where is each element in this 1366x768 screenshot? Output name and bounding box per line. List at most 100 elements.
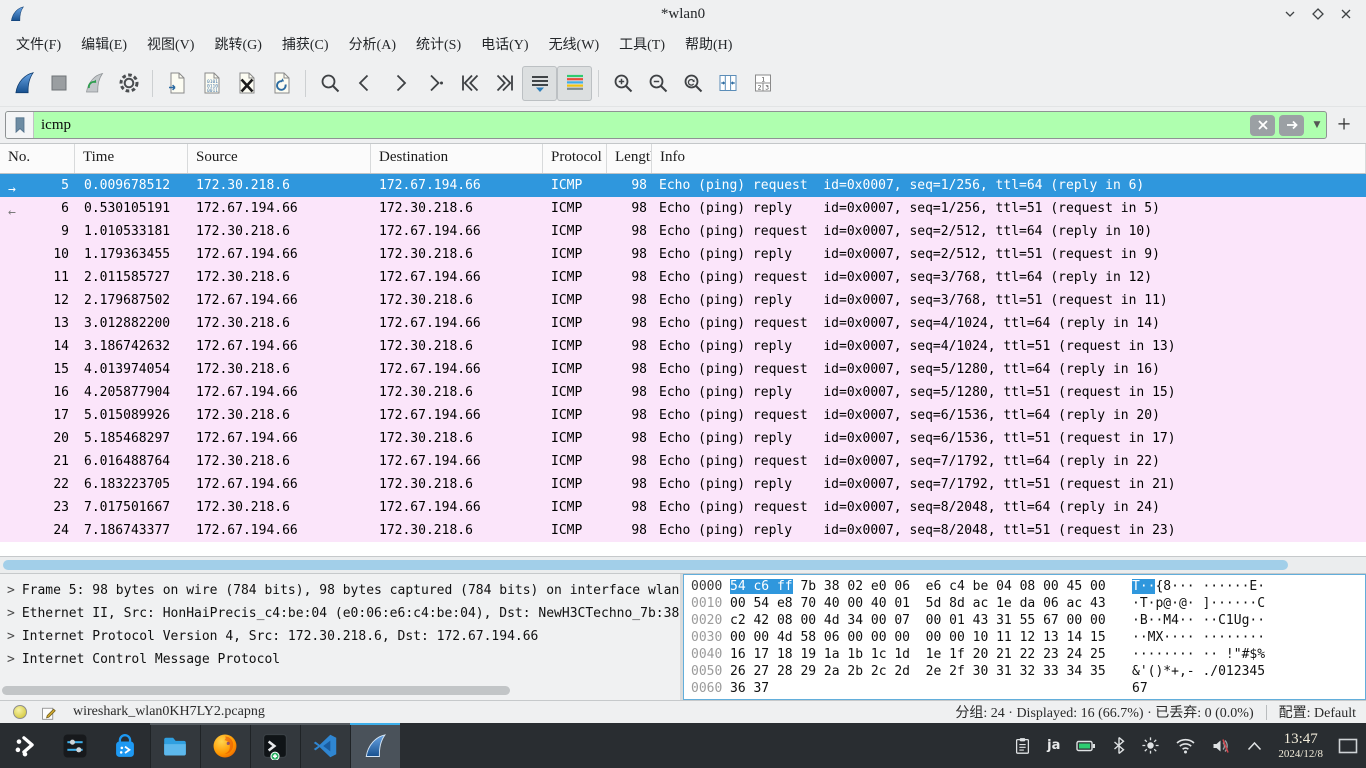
packet-row[interactable]: →50.009678512172.30.218.6172.67.194.66IC… (0, 174, 1366, 197)
hex-row[interactable]: 004016 17 18 19 1a 1b 1c 1d 1e 1f 20 21 … (684, 646, 1365, 663)
column-header-no[interactable]: No. (0, 144, 75, 173)
detail-tree-row[interactable]: >Ethernet II, Src: HonHaiPrecis_c4:be:04… (0, 602, 680, 625)
filter-dropdown-arrow[interactable]: ▼ (1308, 120, 1326, 130)
filter-apply-button[interactable] (1279, 115, 1304, 136)
hex-row[interactable]: 000054 c6 ff 7b 38 02 e0 06 e6 c4 be 04 … (684, 578, 1365, 595)
brightness-tray-icon[interactable] (1141, 736, 1160, 755)
save-file-button[interactable]: 010101100011 (194, 66, 229, 101)
battery-tray-icon[interactable] (1075, 737, 1097, 755)
system-settings-button[interactable] (50, 723, 100, 768)
packet-row[interactable]: 91.010533181172.30.218.6172.67.194.66ICM… (0, 220, 1366, 243)
hex-row[interactable]: 003000 00 4d 58 06 00 00 00 00 00 10 11 … (684, 629, 1365, 646)
reload-file-button[interactable] (264, 66, 299, 101)
firefox-button[interactable] (200, 723, 250, 768)
stop-capture-button[interactable] (41, 66, 76, 101)
packet-row[interactable]: ←60.530105191172.67.194.66172.30.218.6IC… (0, 197, 1366, 220)
packet-row[interactable]: 205.185468297172.67.194.66172.30.218.6IC… (0, 427, 1366, 450)
resize-columns-button[interactable] (710, 66, 745, 101)
zoom-reset-button[interactable] (675, 66, 710, 101)
column-header-destination[interactable]: Destination (371, 144, 543, 173)
discover-button[interactable] (100, 723, 150, 768)
layout-123-button[interactable]: 123 (745, 66, 780, 101)
zoom-out-button[interactable] (640, 66, 675, 101)
minimize-button[interactable] (1282, 6, 1298, 22)
volume-muted-tray-icon[interactable] (1211, 737, 1231, 755)
clipboard-tray-icon[interactable] (1013, 736, 1032, 755)
go-to-packet-button[interactable] (417, 66, 452, 101)
capture-comment-icon[interactable] (40, 704, 57, 721)
detail-tree-row[interactable]: >Internet Control Message Protocol (0, 648, 680, 671)
packet-row[interactable]: 226.183223705172.67.194.66172.30.218.6IC… (0, 473, 1366, 496)
menu-item-2[interactable]: 视图(V) (137, 29, 204, 59)
wifi-tray-icon[interactable] (1175, 737, 1196, 754)
hex-row[interactable]: 005026 27 28 29 2a 2b 2c 2d 2e 2f 30 31 … (684, 663, 1365, 680)
column-header-length[interactable]: Length (607, 144, 652, 173)
go-back-button[interactable] (347, 66, 382, 101)
packet-row[interactable]: 143.186742632172.67.194.66172.30.218.6IC… (0, 335, 1366, 358)
hex-row[interactable]: 0020c2 42 08 00 4d 34 00 07 00 01 43 31 … (684, 612, 1365, 629)
menu-item-4[interactable]: 捕获(C) (272, 29, 339, 59)
menu-item-5[interactable]: 分析(A) (339, 29, 406, 59)
expander-icon[interactable]: > (7, 652, 15, 667)
input-method-indicator[interactable]: ja (1047, 738, 1060, 753)
filter-bookmark-button[interactable] (6, 112, 34, 138)
menu-item-10[interactable]: 帮助(H) (675, 29, 742, 59)
filter-add-button[interactable]: + (1327, 110, 1361, 140)
packet-row[interactable]: 237.017501667172.30.218.6172.67.194.66IC… (0, 496, 1366, 519)
go-last-packet-button[interactable] (487, 66, 522, 101)
packet-row[interactable]: 122.179687502172.67.194.66172.30.218.6IC… (0, 289, 1366, 312)
menu-item-1[interactable]: 编辑(E) (71, 29, 137, 59)
detail-tree-row[interactable]: >Frame 5: 98 bytes on wire (784 bits), 9… (0, 579, 680, 602)
find-packet-button[interactable] (312, 66, 347, 101)
expander-icon[interactable]: > (7, 629, 15, 644)
menu-item-9[interactable]: 工具(T) (609, 29, 675, 59)
close-button[interactable] (1338, 6, 1354, 22)
expander-icon[interactable]: > (7, 606, 15, 621)
maximize-button[interactable] (1310, 6, 1326, 22)
packet-row[interactable]: 164.205877904172.67.194.66172.30.218.6IC… (0, 381, 1366, 404)
tray-expand-arrow[interactable] (1246, 740, 1263, 752)
colorize-button[interactable] (557, 66, 592, 101)
bluetooth-tray-icon[interactable] (1112, 736, 1126, 755)
open-file-button[interactable] (159, 66, 194, 101)
show-desktop-button[interactable] (1338, 738, 1358, 754)
menu-item-8[interactable]: 无线(W) (539, 29, 610, 59)
zoom-in-button[interactable] (605, 66, 640, 101)
clock[interactable]: 13:47 2024/12/8 (1278, 731, 1323, 760)
expander-icon[interactable]: > (7, 583, 15, 598)
file-manager-button[interactable] (150, 723, 200, 768)
menu-item-6[interactable]: 统计(S) (406, 29, 471, 59)
packet-row[interactable]: 216.016488764172.30.218.6172.67.194.66IC… (0, 450, 1366, 473)
hex-row[interactable]: 001000 54 e8 70 40 00 40 01 5d 8d ac 1e … (684, 595, 1365, 612)
close-file-button[interactable] (229, 66, 264, 101)
go-forward-button[interactable] (382, 66, 417, 101)
expert-info-icon[interactable] (12, 704, 28, 720)
app-launcher-button[interactable] (0, 723, 50, 768)
column-header-info[interactable]: Info (652, 144, 1366, 173)
wireshark-taskbar-button[interactable] (350, 723, 400, 768)
packet-row[interactable]: 101.179363455172.67.194.66172.30.218.6IC… (0, 243, 1366, 266)
menu-item-3[interactable]: 跳转(G) (204, 29, 271, 59)
packet-row[interactable]: 175.015089926172.30.218.6172.67.194.66IC… (0, 404, 1366, 427)
hex-row[interactable]: 006036 3767 (684, 680, 1365, 697)
capture-options-button[interactable] (111, 66, 146, 101)
packet-row[interactable]: 133.012882200172.30.218.6172.67.194.66IC… (0, 312, 1366, 335)
column-header-source[interactable]: Source (188, 144, 371, 173)
profile-label[interactable]: 配置: Default (1279, 702, 1366, 722)
filter-text[interactable]: icmp (34, 117, 1250, 134)
column-header-protocol[interactable]: Protocol (543, 144, 607, 173)
packet-row[interactable]: 247.186743377172.67.194.66172.30.218.6IC… (0, 519, 1366, 542)
detail-tree-row[interactable]: >Internet Protocol Version 4, Src: 172.3… (0, 625, 680, 648)
packet-row[interactable]: 112.011585727172.30.218.6172.67.194.66IC… (0, 266, 1366, 289)
filter-clear-button[interactable] (1250, 115, 1275, 136)
packet-row[interactable]: 154.013974054172.30.218.6172.67.194.66IC… (0, 358, 1366, 381)
display-filter-input[interactable]: icmp ▼ (5, 111, 1327, 139)
hscrollbar-thumb[interactable] (3, 560, 1288, 570)
start-capture-button[interactable] (6, 66, 41, 101)
column-header-time[interactable]: Time (75, 144, 188, 173)
go-first-packet-button[interactable] (452, 66, 487, 101)
details-hscrollbar[interactable] (2, 686, 510, 695)
menu-item-7[interactable]: 电话(Y) (471, 29, 538, 59)
restart-capture-button[interactable] (76, 66, 111, 101)
konsole-button[interactable] (250, 723, 300, 768)
